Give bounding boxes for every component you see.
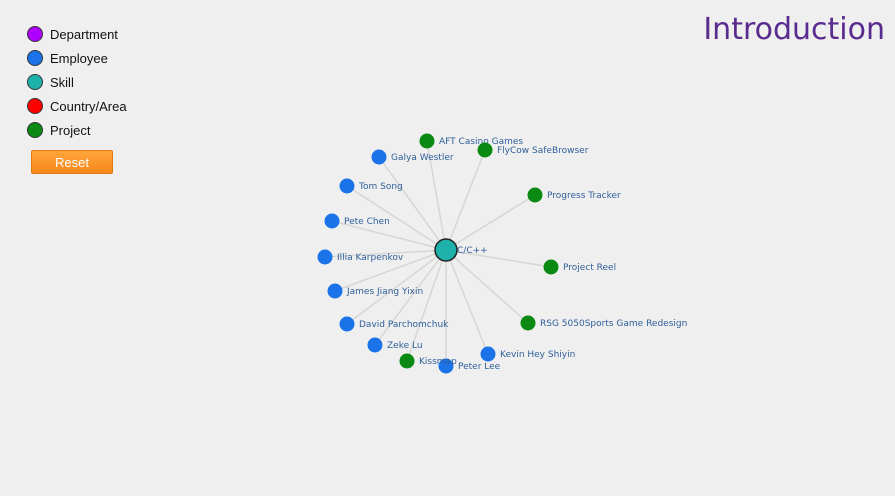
node-project-reel[interactable]: Project Reel [543,259,617,275]
node-label: Peter Lee [458,362,501,372]
center-node-label: C/C++ [457,246,488,256]
node-progress-tracker[interactable]: Progress Tracker [527,187,622,203]
node-circle[interactable] [477,142,493,158]
node-galya-westler[interactable]: Galya Westler [371,149,454,165]
node-label: FlyCow SafeBrowser [497,146,589,156]
edge-flycow-safebrowser [445,149,486,251]
node-label: Project Reel [563,263,616,273]
node-rsg-5050sports-game-redesign[interactable]: RSG 5050Sports Game Redesign [520,315,688,331]
node-label: Illia Karpenkov [337,253,404,263]
node-circle[interactable] [324,213,340,229]
node-circle[interactable] [527,187,543,203]
network-graph[interactable]: AFT Casino GamesFlyCow SafeBrowserProgre… [0,0,895,496]
node-circle[interactable] [339,178,355,194]
node-pete-chen[interactable]: Pete Chen [324,213,390,229]
node-kissmap[interactable]: Kissmap [399,353,458,369]
node-label: Pete Chen [344,217,390,227]
node-label: Tom Song [358,182,403,192]
edge-zeke-lu [374,249,447,346]
center-node-circle[interactable] [434,238,458,262]
edge-kevin-hey-shiyin [445,249,489,355]
node-label: Zeke Lu [387,341,423,351]
node-label: Kissmap [419,357,457,367]
node-tom-song[interactable]: Tom Song [339,178,403,194]
node-circle[interactable] [327,283,343,299]
node-label: Kevin Hey Shiyin [500,350,575,360]
node-kevin-hey-shiyin[interactable]: Kevin Hey Shiyin [480,346,576,362]
node-circle[interactable] [419,133,435,149]
node-circle[interactable] [367,337,383,353]
node-center-skill[interactable]: C/C++ [434,238,488,262]
node-circle[interactable] [520,315,536,331]
node-circle[interactable] [317,249,333,265]
graph-nodes[interactable]: AFT Casino GamesFlyCow SafeBrowserProgre… [317,133,688,374]
edge-progress-tracker [445,194,536,251]
node-james-jiang-yixin[interactable]: James Jiang Yixin [327,283,424,299]
node-label: RSG 5050Sports Game Redesign [540,319,687,329]
node-circle[interactable] [543,259,559,275]
node-circle[interactable] [339,316,355,332]
node-label: Galya Westler [391,153,454,163]
node-circle[interactable] [371,149,387,165]
node-circle[interactable] [480,346,496,362]
node-label: Progress Tracker [547,191,621,201]
node-label: James Jiang Yixin [346,287,423,297]
node-label: David Parchomchuk [359,320,449,330]
node-illia-karpenkov[interactable]: Illia Karpenkov [317,249,404,265]
node-circle[interactable] [399,353,415,369]
